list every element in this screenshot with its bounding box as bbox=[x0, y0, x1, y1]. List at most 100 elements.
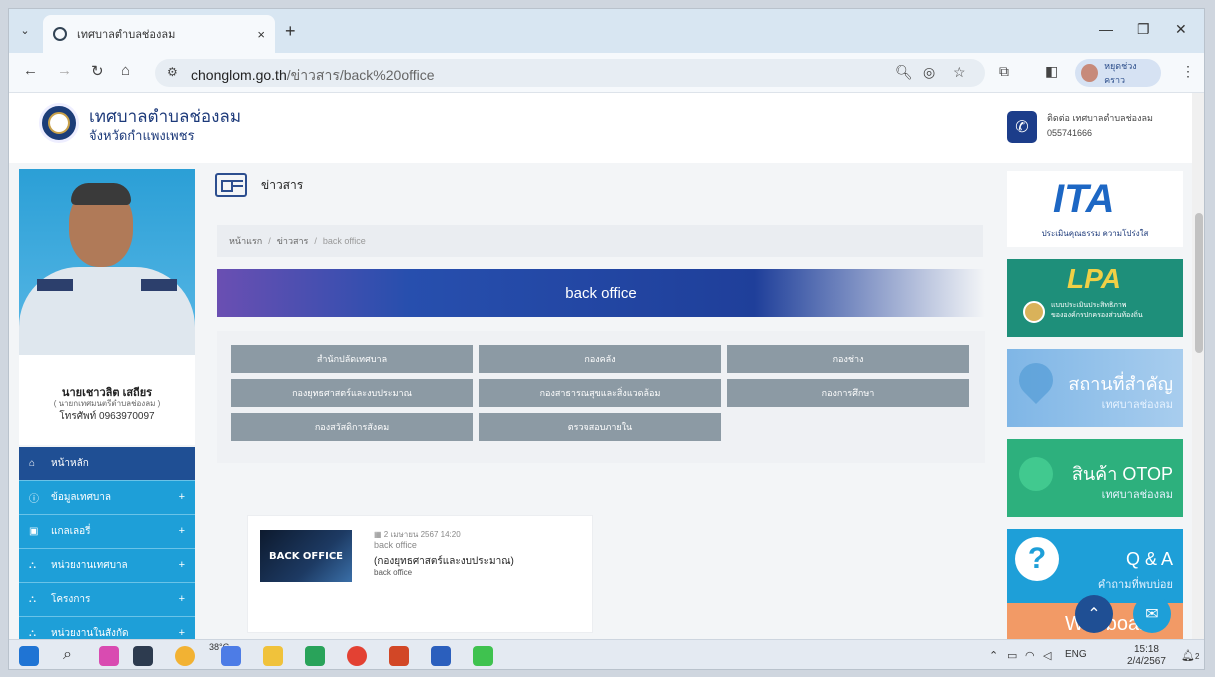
profile-name: หยุดช่วงคราว bbox=[1104, 61, 1137, 85]
map-pin-icon bbox=[1011, 355, 1061, 405]
page-title-banner: back office bbox=[217, 269, 985, 317]
wifi-icon[interactable]: ◠ bbox=[1025, 649, 1035, 662]
browser-tab[interactable]: เทศบาลตำบลช่องลม × bbox=[43, 15, 275, 53]
scroll-top-button[interactable]: ⌃ bbox=[1075, 595, 1113, 633]
star-icon[interactable]: ☆ bbox=[953, 64, 966, 81]
minimize-icon[interactable]: — bbox=[1099, 21, 1113, 37]
sidebar-item-affiliates[interactable]: ⛬ หน่วยงานในสังกัด + bbox=[19, 617, 195, 639]
messenger-button[interactable]: ✉ bbox=[1133, 595, 1171, 633]
question-icon: ? bbox=[1015, 537, 1059, 581]
site-province: จังหวัดกำแพงเพชร bbox=[89, 128, 195, 143]
tray-chevron-icon[interactable]: ⌃ bbox=[989, 649, 998, 662]
messenger-icon: ✉ bbox=[1145, 606, 1159, 623]
home-icon[interactable]: ⌂ bbox=[121, 62, 130, 79]
expand-icon[interactable]: + bbox=[179, 593, 185, 605]
volume-icon[interactable]: ◁ bbox=[1043, 649, 1051, 662]
sidepanel-icon[interactable]: ◧ bbox=[1045, 63, 1058, 80]
tab-strip: ⌄ เทศบาลตำบลช่องลม × + — ❐ ✕ bbox=[9, 9, 1204, 53]
qa-subtitle: คำถามที่พบบ่อย bbox=[1097, 579, 1173, 591]
otop-banner[interactable]: สินค้า OTOP เทศบาลช่องลม bbox=[1007, 439, 1183, 517]
post-thumbnail[interactable]: BACK OFFICE bbox=[260, 530, 352, 582]
tab-search-icon[interactable]: ⌄ bbox=[15, 20, 35, 40]
breadcrumb-news[interactable]: ข่าวสาร bbox=[277, 234, 309, 248]
mayor-profile-card: นายเชาวลิต เสถียร ( นายกเทศมนตรีตำบลช่อง… bbox=[19, 169, 195, 445]
system-clock[interactable]: 15:18 2/4/2567 bbox=[1127, 644, 1166, 668]
expand-icon[interactable]: + bbox=[179, 627, 185, 639]
sidebar-item-projects[interactable]: ⛬ โครงการ + bbox=[19, 583, 195, 617]
places-banner[interactable]: สถานที่สำคัญ เทศบาลช่องลม bbox=[1007, 349, 1183, 427]
zoom-icon[interactable]: 🔍︎ bbox=[895, 64, 913, 81]
category-button[interactable]: กองสวัสดิการสังคม bbox=[231, 413, 473, 441]
reload-icon[interactable]: ↻ bbox=[91, 62, 104, 80]
notification-count: 2 bbox=[1194, 652, 1200, 661]
news-post-card[interactable]: BACK OFFICE ▦ 2 เมษายน 2567 14:20 back o… bbox=[247, 515, 593, 633]
browser-toolbar: ← → ↻ ⌂ ⚙ chonglom.go.th/ข่าวสาร/back%20… bbox=[9, 53, 1204, 93]
store-icon[interactable] bbox=[305, 646, 325, 666]
contact-phone: 055741666 bbox=[1047, 128, 1093, 138]
post-title[interactable]: (กองยุทธศาสตร์และงบประมาณ) bbox=[374, 554, 514, 569]
site-info-icon[interactable]: ⚙ bbox=[167, 65, 178, 79]
address-bar[interactable]: ⚙ chonglom.go.th/ข่าวสาร/back%20office 🔍… bbox=[155, 59, 985, 87]
lpa-logo: LPA bbox=[1067, 263, 1121, 294]
otop-subtitle: เทศบาลช่องลม bbox=[1101, 489, 1173, 501]
sidebar-item-departments[interactable]: ⛬ หน่วยงานเทศบาล + bbox=[19, 549, 195, 583]
forward-icon[interactable]: → bbox=[57, 62, 72, 79]
home-icon: ⌂ bbox=[29, 458, 36, 469]
powerpoint-icon[interactable] bbox=[389, 646, 409, 666]
category-button[interactable]: กองช่าง bbox=[727, 345, 969, 373]
sidebar-item-gallery[interactable]: ▣ แกลเลอรี่ + bbox=[19, 515, 195, 549]
start-icon[interactable] bbox=[19, 646, 39, 666]
task-view-icon[interactable] bbox=[133, 646, 153, 666]
fruit-icon bbox=[1019, 457, 1053, 491]
category-button[interactable]: กองการศึกษา bbox=[727, 379, 969, 407]
extensions-icon[interactable]: ⧉ bbox=[999, 63, 1009, 80]
page-scrollbar[interactable] bbox=[1192, 93, 1204, 639]
breadcrumb-current: back office bbox=[322, 236, 366, 246]
breadcrumb-home[interactable]: หน้าแรก bbox=[229, 234, 262, 248]
category-button[interactable]: กองคลัง bbox=[479, 345, 721, 373]
ita-banner[interactable]: ITA ประเมินคุณธรรม ความโปร่งใส bbox=[1007, 171, 1183, 247]
meet-icon[interactable] bbox=[221, 646, 241, 666]
gallery-icon: ▣ bbox=[29, 526, 39, 537]
expand-icon[interactable]: + bbox=[179, 491, 185, 503]
site-header: เทศบาลตำบลช่องลม จังหวัดกำแพงเพชร ✆ ติดต… bbox=[9, 93, 1204, 163]
file-explorer-icon[interactable] bbox=[263, 646, 283, 666]
places-subtitle: เทศบาลช่องลม bbox=[1101, 399, 1173, 411]
copilot-icon[interactable] bbox=[99, 646, 119, 666]
post-category: back office bbox=[374, 540, 417, 550]
places-title: สถานที่สำคัญ bbox=[1068, 374, 1173, 394]
search-icon[interactable]: ⌕ bbox=[63, 646, 83, 666]
restore-icon[interactable]: ❐ bbox=[1137, 21, 1150, 38]
category-button[interactable]: สำนักปลัดเทศบาล bbox=[231, 345, 473, 373]
category-button[interactable]: กองสาธารณสุขและสิ่งแวดล้อม bbox=[479, 379, 721, 407]
word-icon[interactable] bbox=[431, 646, 451, 666]
sidebar-item-home[interactable]: ⌂ หน้าหลัก bbox=[19, 447, 195, 481]
sidebar-item-info[interactable]: ⓘ ข้อมูลเทศบาล + bbox=[19, 481, 195, 515]
profile-button[interactable]: หยุดช่วงคราว bbox=[1075, 59, 1161, 87]
category-button[interactable]: กองยุทธศาสตร์และงบประมาณ bbox=[231, 379, 473, 407]
scrollbar-thumb[interactable] bbox=[1195, 213, 1203, 353]
post-subtitle: back office bbox=[374, 568, 413, 577]
lpa-banner[interactable]: LPA แบบประเมินประสิทธิภาพ ขององค์กรปกครอ… bbox=[1007, 259, 1183, 337]
chrome-icon[interactable] bbox=[347, 646, 367, 666]
language-indicator[interactable]: ENG bbox=[1065, 649, 1087, 660]
tab-close-icon[interactable]: × bbox=[257, 27, 265, 42]
notification-icon[interactable]: 🔔︎2 bbox=[1181, 649, 1199, 662]
category-button[interactable]: ตรวจสอบภายใน bbox=[479, 413, 721, 441]
expand-icon[interactable]: + bbox=[179, 559, 185, 571]
otop-title: สินค้า OTOP bbox=[1071, 464, 1173, 484]
qa-title: Q & A bbox=[1125, 549, 1173, 569]
back-icon[interactable]: ← bbox=[23, 62, 38, 79]
menu-icon[interactable]: ⋮ bbox=[1181, 63, 1195, 80]
lpa-caption: แบบประเมินประสิทธิภาพ ขององค์กรปกครองส่ว… bbox=[1051, 302, 1143, 319]
line-icon[interactable] bbox=[473, 646, 493, 666]
mayor-photo bbox=[19, 169, 195, 355]
battery-icon[interactable]: ▭ bbox=[1007, 649, 1017, 662]
new-tab-button[interactable]: + bbox=[285, 21, 296, 42]
weather-icon[interactable] bbox=[175, 646, 195, 666]
municipality-logo[interactable] bbox=[39, 103, 79, 143]
eye-off-icon[interactable]: ◎ bbox=[923, 64, 935, 81]
window-close-icon[interactable]: ✕ bbox=[1175, 21, 1187, 38]
contact-info: ติดต่อ เทศบาลตำบลช่องลม 055741666 bbox=[1047, 111, 1153, 141]
expand-icon[interactable]: + bbox=[179, 525, 185, 537]
